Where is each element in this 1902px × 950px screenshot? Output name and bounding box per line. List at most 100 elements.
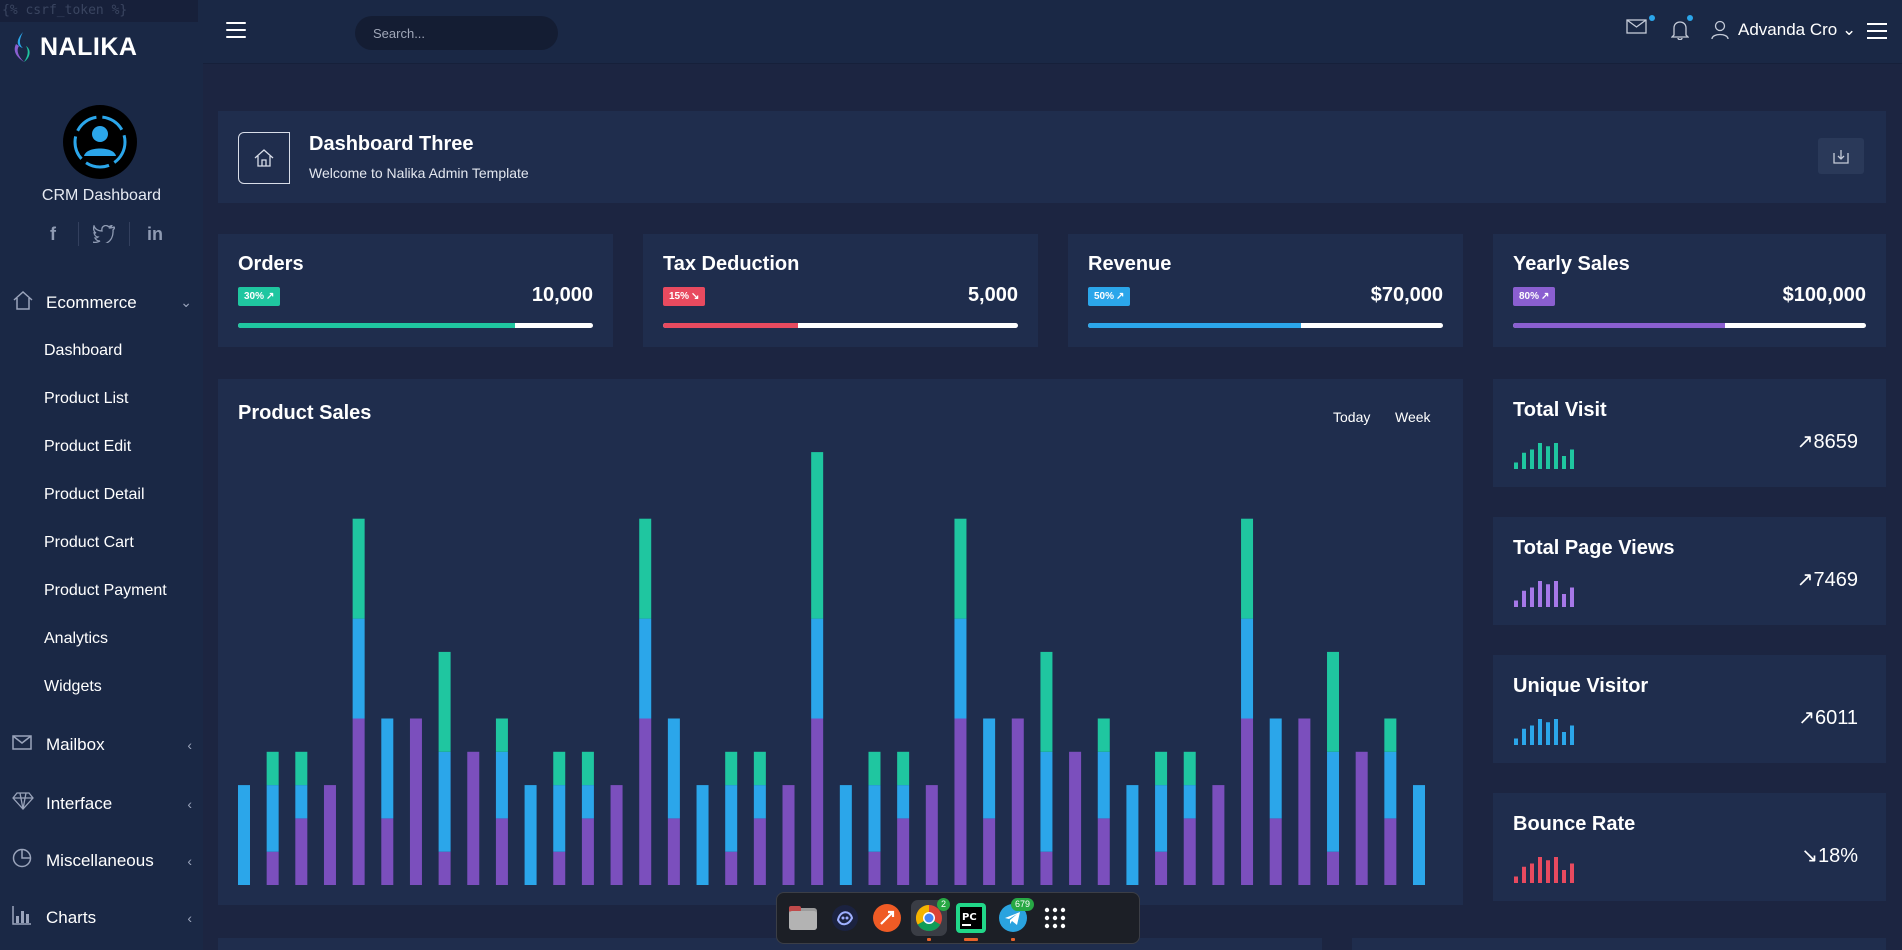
linkedin-icon[interactable]: in — [130, 221, 180, 247]
envelope-icon — [12, 735, 36, 755]
page-header-card: Dashboard Three Welcome to Nalika Admin … — [218, 111, 1886, 203]
mail-notification-dot — [1649, 15, 1655, 21]
chart-bar — [1269, 818, 1282, 885]
avatar[interactable] — [63, 105, 137, 179]
kpi-title: Total Page Views — [1513, 537, 1675, 559]
sparkline-chart — [1514, 719, 1574, 745]
files-app-icon[interactable] — [785, 900, 821, 936]
sparkline-bar — [1530, 863, 1534, 883]
sparkline-bar — [1538, 443, 1542, 469]
chart-bar — [1298, 718, 1311, 885]
postman-app-icon[interactable] — [869, 900, 905, 936]
chart-bar — [954, 718, 967, 885]
user-name: Advanda Cro — [1738, 20, 1838, 39]
chart-bar — [1155, 851, 1168, 885]
stat-value: 10,000 — [531, 284, 593, 306]
chart-bar — [868, 751, 881, 786]
chart-bar — [1126, 785, 1139, 885]
chart-bar — [381, 818, 394, 885]
nav-miscellaneous[interactable]: Miscellaneous ‹ — [12, 848, 192, 873]
nav-item-product-edit[interactable]: Product Edit — [44, 438, 131, 456]
telegram-app-icon[interactable]: 679 — [995, 898, 1034, 941]
progress-bar — [1088, 323, 1443, 328]
sparkline-bar — [1530, 725, 1534, 745]
page-subtitle: Welcome to Nalika Admin Template — [309, 165, 529, 181]
chart-bar — [295, 751, 308, 786]
nav-item-dashboard[interactable]: Dashboard — [44, 342, 122, 360]
chart-bar — [1183, 818, 1196, 885]
brand-logo[interactable]: NALIKA — [12, 32, 137, 62]
sparkline-bar — [1570, 449, 1574, 469]
chart-bar — [1040, 651, 1053, 752]
download-button[interactable] — [1818, 138, 1864, 174]
user-menu[interactable]: Advanda Cro ⌄ — [1738, 20, 1856, 40]
sparkline-bar — [1570, 863, 1574, 883]
sparkline-bar — [1538, 719, 1542, 745]
twitter-icon[interactable] — [79, 221, 129, 247]
sparkline-bar — [1538, 581, 1542, 607]
chevron-left-icon: ‹ — [187, 852, 192, 869]
home-icon[interactable] — [238, 132, 290, 184]
nav-ecommerce[interactable]: Ecommerce ⌄ — [12, 290, 192, 315]
chart-bar — [639, 518, 652, 619]
sparkline-bar — [1562, 594, 1566, 607]
nav-item-analytics[interactable]: Analytics — [44, 630, 108, 648]
search-box — [355, 16, 558, 50]
chart-bar — [839, 785, 852, 885]
chrome-app-icon[interactable]: 2 — [911, 898, 950, 941]
chart-bar — [1040, 851, 1053, 885]
nav-charts[interactable]: Charts ‹ — [12, 905, 192, 930]
chart-bar — [352, 718, 365, 885]
app-grid-icon[interactable] — [1037, 900, 1073, 936]
chart-bar — [811, 618, 824, 719]
kpi-card-bounce-rate: Bounce Rate ↘18% — [1493, 793, 1886, 901]
chart-bar — [1384, 751, 1397, 819]
vpn-app-icon[interactable] — [827, 900, 863, 936]
nav-item-product-payment[interactable]: Product Payment — [44, 582, 167, 600]
chart-bar — [295, 818, 308, 885]
user-icon[interactable] — [1711, 20, 1729, 45]
running-indicator — [1011, 938, 1015, 941]
facebook-icon[interactable]: f — [28, 221, 78, 247]
bell-icon[interactable] — [1670, 20, 1690, 45]
chart-bar — [868, 785, 881, 852]
status-badge: 50% ↗ — [1088, 287, 1131, 306]
kpi-value: ↘18% — [1801, 845, 1858, 867]
kpi-card-total-visit: Total Visit ↗8659 — [1493, 379, 1886, 487]
pycharm-app-icon[interactable]: PC — [953, 900, 989, 941]
chart-bar — [610, 785, 623, 885]
chart-bar — [667, 718, 680, 819]
nav-item-product-list[interactable]: Product List — [44, 390, 128, 408]
search-input[interactable] — [373, 25, 549, 41]
chart-bar — [495, 751, 508, 819]
stat-title: Yearly Sales — [1513, 253, 1630, 275]
chart-bar — [1183, 751, 1196, 786]
chart-bar — [467, 751, 480, 885]
chart-bar — [1212, 785, 1225, 885]
right-panel-toggle-icon[interactable] — [1867, 23, 1887, 39]
chart-bar — [667, 818, 680, 885]
nav-item-product-cart[interactable]: Product Cart — [44, 534, 134, 552]
nav-mailbox[interactable]: Mailbox ‹ — [12, 735, 192, 755]
kpi-value: ↗8659 — [1796, 431, 1858, 453]
envelope-icon[interactable] — [1626, 18, 1648, 40]
top-bar: Advanda Cro ⌄ — [203, 0, 1902, 64]
nav-ecommerce-label: Ecommerce — [46, 292, 137, 312]
sparkline-bar — [1570, 587, 1574, 607]
nav-interface[interactable]: Interface ‹ — [12, 792, 192, 815]
status-badge: 80% ↗ — [1513, 287, 1556, 306]
nav-charts-label: Charts — [46, 907, 97, 927]
chevron-down-icon: ⌄ — [1841, 20, 1857, 39]
sparkline-bar — [1554, 857, 1558, 883]
nav-miscellaneous-label: Miscellaneous — [46, 850, 154, 870]
nav-item-widgets[interactable]: Widgets — [44, 678, 102, 696]
nav-item-product-detail[interactable]: Product Detail — [44, 486, 145, 504]
stat-value: $70,000 — [1370, 284, 1443, 306]
bottom-card — [218, 938, 755, 950]
chart-bar — [323, 785, 336, 885]
chart-bar — [438, 651, 451, 752]
chart-bar — [1241, 518, 1254, 619]
menu-toggle-icon[interactable] — [226, 22, 246, 38]
chevron-left-icon: ‹ — [187, 737, 192, 753]
nav-mailbox-label: Mailbox — [46, 735, 105, 754]
